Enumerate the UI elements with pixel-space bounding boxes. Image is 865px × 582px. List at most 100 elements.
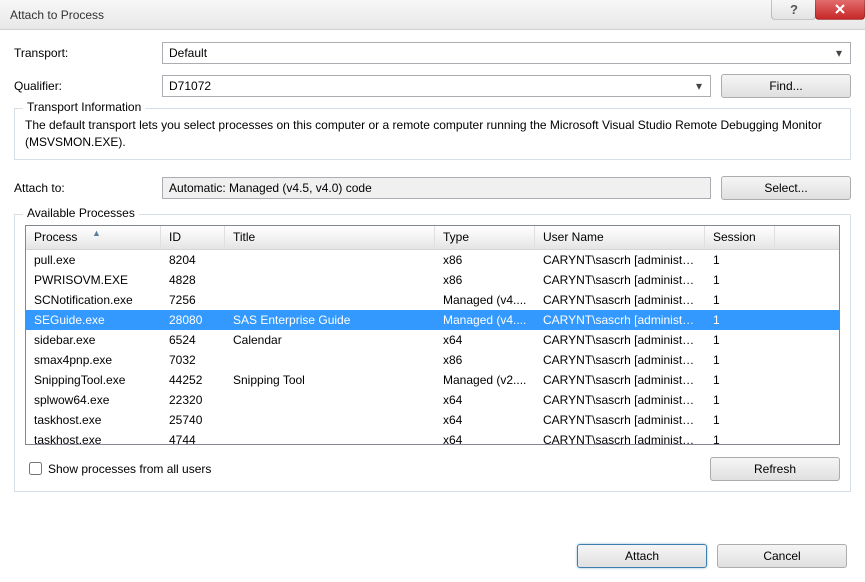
cell: x64 <box>435 333 535 347</box>
cell: 25740 <box>161 413 225 427</box>
show-all-users-checkbox[interactable] <box>29 462 42 475</box>
sort-ascending-icon: ▲ <box>92 228 101 238</box>
cell: Managed (v2.... <box>435 373 535 387</box>
table-row[interactable]: smax4pnp.exe7032 x86CARYNT\sascrh [admini… <box>26 350 839 370</box>
cell: 1 <box>705 313 775 327</box>
cell: 6524 <box>161 333 225 347</box>
attach-to-value: Automatic: Managed (v4.5, v4.0) code <box>169 181 372 195</box>
cell: 7032 <box>161 353 225 367</box>
cell: SCNotification.exe <box>26 293 161 307</box>
process-table: ▲ Process ID Title Type User Name Sessio… <box>25 225 840 445</box>
cell: sidebar.exe <box>26 333 161 347</box>
table-row[interactable]: sidebar.exe6524Calendarx64CARYNT\sascrh … <box>26 330 839 350</box>
cell: 1 <box>705 293 775 307</box>
qualifier-label: Qualifier: <box>14 79 162 93</box>
chevron-down-icon: ▾ <box>690 77 708 95</box>
cell: Snipping Tool <box>225 373 435 387</box>
cell: 8204 <box>161 253 225 267</box>
chevron-down-icon: ▾ <box>830 44 848 62</box>
cell: Managed (v4.... <box>435 313 535 327</box>
cell: 22320 <box>161 393 225 407</box>
cell: taskhost.exe <box>26 433 161 444</box>
cell: splwow64.exe <box>26 393 161 407</box>
cell: x86 <box>435 253 535 267</box>
table-row[interactable]: pull.exe8204 x86CARYNT\sascrh [administra… <box>26 250 839 270</box>
cell: 7256 <box>161 293 225 307</box>
cell: CARYNT\sascrh [administrator] <box>535 293 705 307</box>
cell: pull.exe <box>26 253 161 267</box>
cell: CARYNT\sascrh [administrator] <box>535 393 705 407</box>
available-processes-group: Available Processes ▲ Process ID Title T… <box>14 214 851 492</box>
cell: 44252 <box>161 373 225 387</box>
col-type[interactable]: Type <box>435 226 535 249</box>
cell: CARYNT\sascrh [administrator] <box>535 413 705 427</box>
cell: PWRISOVM.EXE <box>26 273 161 287</box>
cell: CARYNT\sascrh [administrator] <box>535 273 705 287</box>
table-row[interactable]: splwow64.exe22320 x64CARYNT\sascrh [admin… <box>26 390 839 410</box>
cell: 1 <box>705 413 775 427</box>
cell: SAS Enterprise Guide <box>225 313 435 327</box>
cell: x86 <box>435 353 535 367</box>
table-header: ▲ Process ID Title Type User Name Sessio… <box>26 226 839 250</box>
cell: 4744 <box>161 433 225 444</box>
cell: CARYNT\sascrh [administrator] <box>535 333 705 347</box>
table-row[interactable]: taskhost.exe4744 x64CARYNT\sascrh [admini… <box>26 430 839 444</box>
transport-info-title: Transport Information <box>23 100 145 114</box>
attach-to-label: Attach to: <box>14 181 162 195</box>
cell: x64 <box>435 413 535 427</box>
qualifier-value: D71072 <box>169 79 211 93</box>
cell: CARYNT\sascrh [administrator] <box>535 353 705 367</box>
cell: 4828 <box>161 273 225 287</box>
cell: 1 <box>705 253 775 267</box>
col-session[interactable]: Session <box>705 226 775 249</box>
col-id[interactable]: ID <box>161 226 225 249</box>
cell: SEGuide.exe <box>26 313 161 327</box>
cell: x86 <box>435 273 535 287</box>
available-processes-title: Available Processes <box>23 206 139 220</box>
select-button[interactable]: Select... <box>721 176 851 200</box>
find-button[interactable]: Find... <box>721 74 851 98</box>
title-bar: Attach to Process ? <box>0 0 865 30</box>
cell: CARYNT\sascrh [administrator] <box>535 313 705 327</box>
table-row[interactable]: SEGuide.exe28080SAS Enterprise GuideMana… <box>26 310 839 330</box>
table-row[interactable]: SCNotification.exe7256 Managed (v4....CAR… <box>26 290 839 310</box>
cell: smax4pnp.exe <box>26 353 161 367</box>
close-icon[interactable] <box>815 0 865 20</box>
col-title[interactable]: Title <box>225 226 435 249</box>
cell: CARYNT\sascrh [administrator] <box>535 373 705 387</box>
cell: SnippingTool.exe <box>26 373 161 387</box>
table-row[interactable]: taskhost.exe25740 x64CARYNT\sascrh [admin… <box>26 410 839 430</box>
cell: 1 <box>705 433 775 444</box>
cell: 28080 <box>161 313 225 327</box>
cell: x64 <box>435 433 535 444</box>
attach-button[interactable]: Attach <box>577 544 707 568</box>
cell: CARYNT\sascrh [administrator] <box>535 433 705 444</box>
cell: taskhost.exe <box>26 413 161 427</box>
col-user[interactable]: User Name <box>535 226 705 249</box>
transport-info-group: Transport Information The default transp… <box>14 108 851 160</box>
cell: CARYNT\sascrh [administrator] <box>535 253 705 267</box>
cell: Calendar <box>225 333 435 347</box>
process-list[interactable]: pull.exe8204x86CARYNT\sascrh [administra… <box>26 250 839 444</box>
cell: Managed (v4.... <box>435 293 535 307</box>
cell: 1 <box>705 333 775 347</box>
cell: 1 <box>705 273 775 287</box>
transport-label: Transport: <box>14 46 162 60</box>
svg-text:?: ? <box>790 2 798 16</box>
table-row[interactable]: PWRISOVM.EXE4828 x86CARYNT\sascrh [admini… <box>26 270 839 290</box>
cell: 1 <box>705 373 775 387</box>
help-icon[interactable]: ? <box>771 0 816 20</box>
cell: 1 <box>705 393 775 407</box>
cell: x64 <box>435 393 535 407</box>
transport-info-text: The default transport lets you select pr… <box>25 117 840 151</box>
qualifier-combo[interactable]: D71072 ▾ <box>162 75 711 97</box>
transport-combo[interactable]: Default ▾ <box>162 42 851 64</box>
cancel-button[interactable]: Cancel <box>717 544 847 568</box>
attach-to-field: Automatic: Managed (v4.5, v4.0) code <box>162 177 711 199</box>
table-row[interactable]: SnippingTool.exe44252Snipping ToolManage… <box>26 370 839 390</box>
refresh-button[interactable]: Refresh <box>710 457 840 481</box>
transport-value: Default <box>169 46 207 60</box>
cell: 1 <box>705 353 775 367</box>
window-title: Attach to Process <box>10 8 104 22</box>
show-all-users-label: Show processes from all users <box>48 462 211 476</box>
